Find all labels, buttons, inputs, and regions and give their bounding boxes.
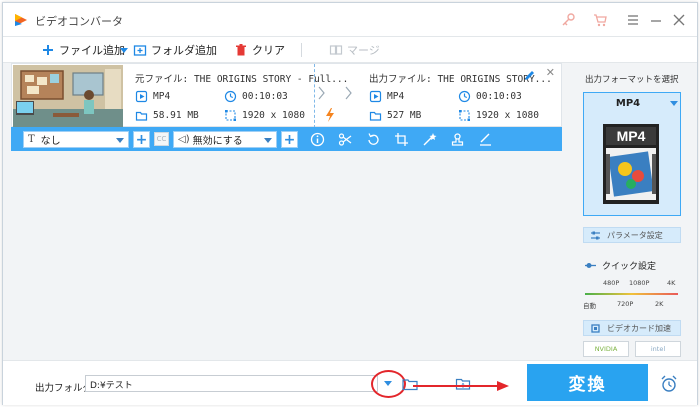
- window-title: ビデオコンバータ: [35, 15, 123, 28]
- toolbar-divider: [301, 43, 302, 57]
- add-folder-label: フォルダ追加: [151, 44, 217, 57]
- quick-settings-title: クイック設定: [585, 259, 656, 272]
- cc-icon: CC: [154, 132, 169, 146]
- menu-icon[interactable]: [625, 12, 641, 28]
- resolution-icon: [225, 110, 236, 121]
- file-list-area[interactable]: [11, 151, 562, 359]
- slider-label-auto: 自動: [583, 302, 596, 310]
- add-folder-button[interactable]: フォルダ追加: [133, 42, 217, 58]
- cart-icon[interactable]: [592, 12, 608, 28]
- title-bar: ビデオコンバータ: [3, 3, 697, 37]
- edit-toolbar: T なし + CC ◁) 無効にする +: [11, 127, 562, 151]
- watermark-icon[interactable]: [450, 132, 465, 147]
- output-duration: 00:10:03: [458, 90, 522, 103]
- app-window: ビデオコンバータ ファイル追加 フォルダ追加 クリア マージ 元ファイル: TH…: [2, 2, 698, 405]
- gpu-acceleration-title: ビデオカード加速: [583, 320, 681, 336]
- clock-icon: [458, 90, 471, 103]
- info-icon[interactable]: [310, 132, 325, 147]
- resolution-icon: [459, 110, 470, 121]
- merge-button[interactable]: マージ: [329, 42, 380, 58]
- minimize-icon[interactable]: [648, 12, 664, 28]
- selected-format: MP4: [615, 98, 641, 109]
- add-file-label: ファイル追加: [59, 44, 125, 57]
- rotate-icon[interactable]: [366, 132, 381, 147]
- source-file-name: 元ファイル: THE ORIGINS STORY - Full...: [135, 74, 349, 85]
- source-format: MP4: [135, 90, 170, 103]
- add-subtitle-button[interactable]: +: [133, 131, 150, 148]
- intel-toggle[interactable]: intel: [635, 341, 681, 357]
- trash-icon: [236, 44, 246, 56]
- slider-label-480p: 480P: [603, 279, 620, 287]
- clock-icon: [224, 90, 237, 103]
- remove-file-icon[interactable]: ✕: [546, 66, 555, 79]
- mp4-format-icon: MP4: [603, 124, 659, 204]
- output-format-selector[interactable]: MP4 MP4: [583, 92, 681, 216]
- bottom-bar: 出力フォルダ: D:¥テスト 変換: [3, 360, 697, 405]
- audio-select[interactable]: ◁) 無効にする: [173, 131, 277, 148]
- quality-slider[interactable]: [585, 293, 678, 295]
- caret-down-icon: [264, 138, 272, 143]
- caret-down-icon: [116, 138, 124, 143]
- parameter-settings-button[interactable]: パラメータ設定: [583, 227, 681, 243]
- quick-slider-icon: [585, 263, 596, 268]
- slider-label-720p: 720P: [617, 300, 634, 308]
- app-logo-icon: [15, 14, 27, 26]
- format-icon: [135, 90, 148, 103]
- add-file-dropdown[interactable]: [117, 42, 131, 58]
- add-audio-button[interactable]: +: [281, 131, 298, 148]
- nvidia-toggle[interactable]: NVIDIA: [583, 341, 629, 357]
- video-thumbnail[interactable]: [13, 65, 123, 127]
- clear-label: クリア: [252, 44, 285, 57]
- alarm-clock-icon[interactable]: [659, 374, 679, 394]
- output-format: MP4: [369, 90, 404, 103]
- output-size: 527 MB: [369, 109, 421, 122]
- close-icon[interactable]: [671, 12, 687, 28]
- slider-label-4k: 4K: [667, 279, 676, 287]
- edit-pen-icon[interactable]: [524, 70, 535, 81]
- chevron-right-icon: [318, 86, 325, 100]
- svg-text:MP4: MP4: [617, 128, 646, 144]
- scissors-icon[interactable]: [338, 132, 353, 147]
- subtitle-select[interactable]: T なし: [23, 131, 129, 148]
- key-icon[interactable]: [560, 12, 576, 28]
- file-item-card[interactable]: 元ファイル: THE ORIGINS STORY - Full... MP4 0…: [11, 63, 562, 128]
- slider-label-2k: 2K: [655, 300, 664, 308]
- output-resolution: 1920 x 1080: [458, 109, 539, 122]
- speaker-icon: ◁): [178, 134, 190, 145]
- clear-button[interactable]: クリア: [234, 42, 285, 58]
- format-panel: 出力フォーマットを選択 MP4 MP4 パラメータ設定 クイック設定 480P …: [573, 63, 695, 359]
- folder-icon: [369, 111, 382, 121]
- chip-icon: [591, 323, 600, 333]
- subtitle-edit-icon[interactable]: [478, 132, 493, 147]
- convert-divider: [314, 64, 315, 128]
- merge-label: マージ: [347, 44, 380, 57]
- merge-icon: [329, 45, 343, 55]
- annotation-arrow: [413, 381, 509, 391]
- source-size: 58.91 MB: [135, 109, 199, 122]
- output-folder-input[interactable]: D:¥テスト: [85, 375, 378, 392]
- format-panel-title: 出力フォーマットを選択: [585, 75, 679, 85]
- add-file-button[interactable]: ファイル追加: [41, 42, 125, 58]
- effects-icon[interactable]: [422, 132, 437, 147]
- lightning-icon: [326, 108, 334, 122]
- folder-icon: [135, 111, 148, 121]
- crop-icon[interactable]: [394, 132, 409, 147]
- folder-add-icon: [133, 45, 147, 56]
- sliders-icon: [591, 231, 600, 239]
- caret-down-icon: [670, 101, 678, 106]
- convert-button[interactable]: 変換: [527, 364, 648, 401]
- format-icon: [369, 90, 382, 103]
- source-resolution: 1920 x 1080: [224, 109, 305, 122]
- chevron-right-icon: [345, 86, 352, 100]
- plus-icon: [43, 45, 53, 55]
- text-icon: T: [28, 134, 35, 145]
- slider-label-1080p: 1080P: [629, 279, 650, 287]
- source-duration: 00:10:03: [224, 90, 288, 103]
- caret-down-icon: [120, 48, 128, 53]
- toolbar: ファイル追加 フォルダ追加 クリア マージ: [3, 37, 697, 63]
